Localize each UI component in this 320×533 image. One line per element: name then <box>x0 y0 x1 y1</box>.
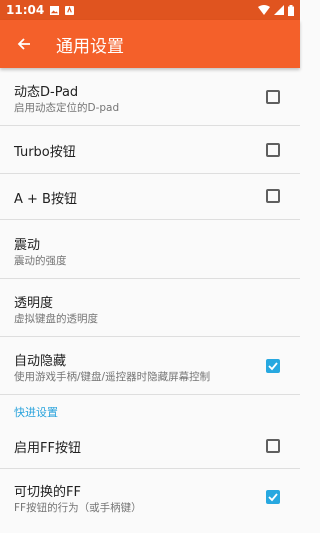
toggle-ff-checkbox[interactable] <box>266 490 280 504</box>
section-header-container: 快进设置 <box>0 395 300 425</box>
auto-hide-checkbox[interactable] <box>266 359 280 373</box>
setting-summary: FF按钮的行为（或手柄键） <box>14 502 142 514</box>
settings-list: 动态D-Pad 启用动态定位的D-pad Turbo按钮 A + B按钮 震动 … <box>0 68 300 527</box>
setting-opacity[interactable]: 透明度 虚拟键盘的透明度 <box>0 279 300 337</box>
arrow-back-icon <box>17 38 30 50</box>
setting-dynamic-dpad[interactable]: 动态D-Pad 启用动态定位的D-pad <box>0 68 300 126</box>
setting-title: 动态D-Pad <box>14 85 79 100</box>
status-bar: 11:04 <box>0 0 300 20</box>
setting-title: Turbo按钮 <box>14 145 76 160</box>
app-bar: 通用设置 <box>0 20 300 68</box>
setting-enable-ff[interactable]: 启用FF按钮 <box>0 425 300 469</box>
setting-title: 可切换的FF <box>14 485 81 500</box>
setting-turbo-button[interactable]: Turbo按钮 <box>0 126 300 174</box>
setting-ab-button[interactable]: A + B按钮 <box>0 174 300 220</box>
setting-summary: 启用动态定位的D-pad <box>14 102 120 114</box>
setting-title: 自动隐藏 <box>14 354 67 369</box>
turbo-button-checkbox[interactable] <box>266 143 280 157</box>
ab-button-checkbox[interactable] <box>266 189 280 203</box>
setting-summary: 震动的强度 <box>14 255 67 267</box>
setting-summary: 虚拟键盘的透明度 <box>14 313 98 325</box>
setting-title: 震动 <box>14 238 41 253</box>
setting-vibration[interactable]: 震动 震动的强度 <box>0 220 300 279</box>
status-icons <box>258 4 294 16</box>
battery-icon <box>288 4 294 16</box>
back-button[interactable] <box>0 20 48 68</box>
enable-ff-checkbox[interactable] <box>266 439 280 453</box>
section-header: 快进设置 <box>14 406 58 419</box>
image-notification-icon <box>50 5 60 15</box>
dynamic-dpad-checkbox[interactable] <box>266 90 280 104</box>
signal-icon <box>274 5 284 15</box>
setting-title: A + B按钮 <box>14 192 77 207</box>
setting-toggle-ff[interactable]: 可切换的FF FF按钮的行为（或手柄键） <box>0 469 300 527</box>
setting-summary: 使用游戏手柄/键盘/遥控器时隐藏屏幕控制 <box>14 371 211 383</box>
wifi-icon <box>258 5 270 15</box>
setting-title: 启用FF按钮 <box>14 441 81 456</box>
setting-title: 透明度 <box>14 296 54 311</box>
check-icon <box>268 493 278 502</box>
status-time: 11:04 <box>6 3 45 17</box>
page-title: 通用设置 <box>56 36 124 57</box>
setting-auto-hide[interactable]: 自动隐藏 使用游戏手柄/键盘/遥控器时隐藏屏幕控制 <box>0 337 300 395</box>
check-icon <box>268 362 278 371</box>
app-notification-icon <box>65 5 75 15</box>
